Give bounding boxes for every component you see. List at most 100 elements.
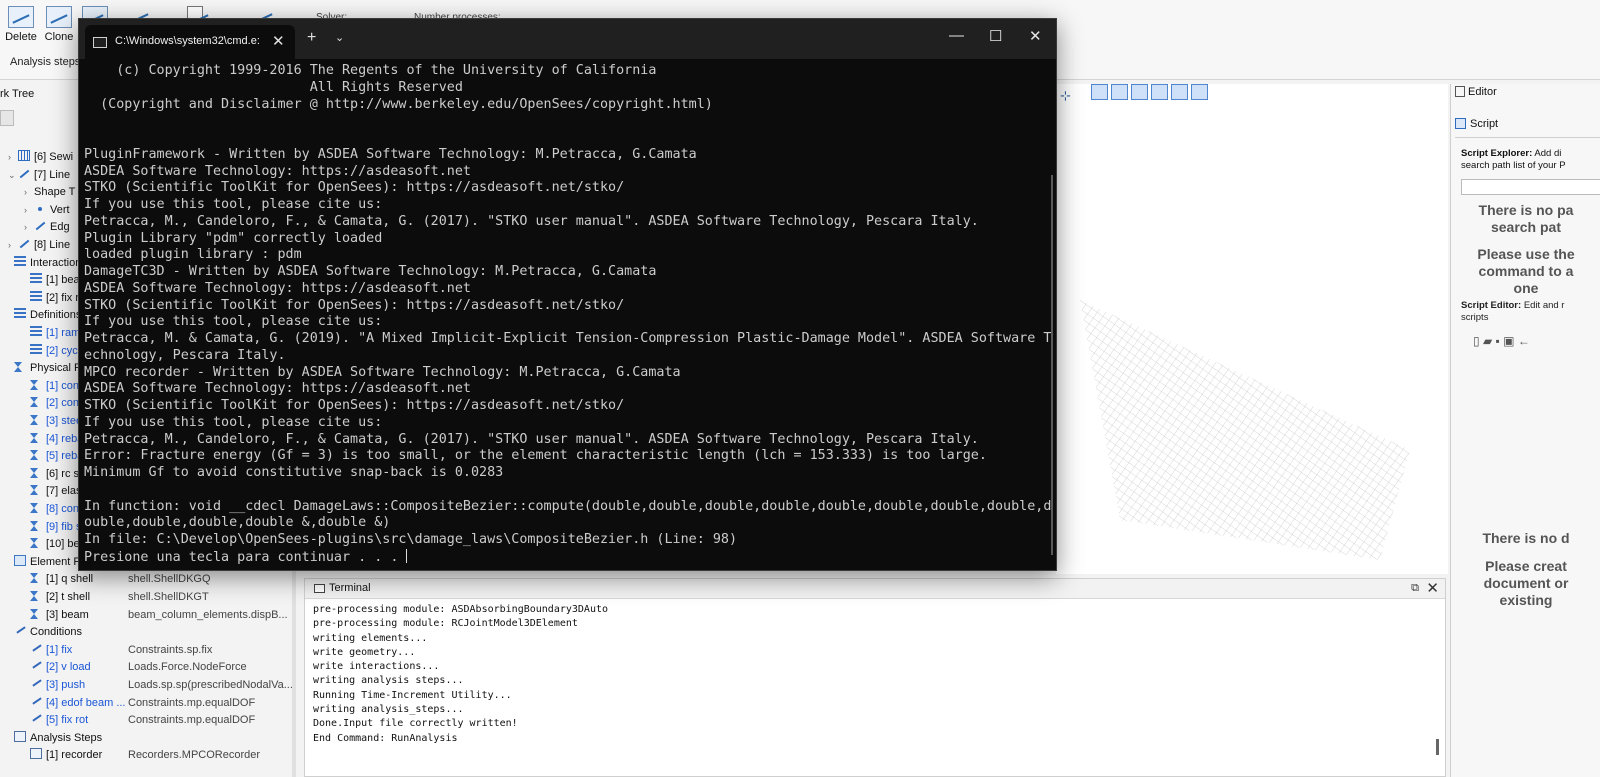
tree-item[interactable]: [4] edof beam ... Constraints.mp.equalDOF [20, 694, 255, 712]
hour-icon [14, 362, 22, 373]
tree-item[interactable]: [2] t shell shell.ShellDKGT [20, 588, 209, 606]
minimize-icon[interactable]: — [949, 27, 964, 44]
tree-item[interactable]: [2] cycl [20, 342, 80, 360]
close-icon[interactable]: ✕ [1426, 579, 1439, 597]
tree-item[interactable]: [5] fix rot Constraints.mp.equalDOF [20, 711, 255, 729]
tree-item-label: Conditions [30, 626, 82, 639]
tree-item[interactable]: Definitions [4, 306, 81, 324]
tree-item[interactable]: [4] reba [20, 430, 83, 448]
tree-item[interactable]: Conditions [4, 623, 82, 641]
chevron-down-icon[interactable]: ⌄ [8, 166, 18, 184]
tree-item[interactable]: › [8] Line [8, 236, 70, 254]
tree-item[interactable]: [1] recorder Recorders.MPCORecorder [20, 746, 260, 764]
tree-item[interactable]: › Shape T [24, 183, 75, 201]
tree-item[interactable]: [6] rc se [20, 465, 85, 483]
editor-tab[interactable]: Editor [1455, 86, 1497, 98]
dot-icon [38, 206, 42, 211]
cond-icon [30, 678, 42, 689]
terminal-output: pre-processing module: ASDAbsorbingBound… [313, 603, 608, 746]
cmd-window[interactable]: C:\Windows\system32\cmd.e: ✕ + ⌄ — ☐ ✕ (… [78, 18, 1057, 571]
list-icon [30, 290, 42, 302]
tree-item-type: Constraints.mp.equalDOF [128, 696, 256, 709]
script-tab[interactable]: Script [1455, 118, 1600, 138]
tree-item[interactable]: › Edg [24, 218, 70, 236]
view-toolbar: ⊹ [1060, 84, 1211, 104]
tree-item[interactable]: [3] beam beam_column_elements.dispB... [20, 606, 288, 624]
step-icon [30, 748, 42, 760]
tree-item[interactable]: › [6] Sewi [8, 148, 73, 166]
tree-item[interactable]: [9] fib s [20, 518, 81, 536]
maximize-icon[interactable]: ☐ [989, 27, 1002, 45]
hour-icon [30, 450, 38, 461]
list-icon [30, 326, 42, 337]
terminal-line: write interactions... [313, 661, 440, 673]
tree-item[interactable]: [1] bear [20, 271, 83, 289]
tree-item[interactable]: [2] v load Loads.Force.NodeForce [20, 658, 247, 676]
cmd-line [84, 482, 1051, 499]
tree-item[interactable]: [1] ram [20, 324, 80, 342]
view-mode-icon[interactable] [1151, 84, 1169, 100]
hour-icon [30, 538, 38, 549]
view-mode-icon[interactable] [1171, 84, 1189, 100]
tree-item-label: [2] fix r [46, 291, 80, 304]
tree-item[interactable]: [2] fix r [20, 289, 79, 307]
cmd-line: ASDEA Software Technology: https://asdea… [84, 163, 471, 179]
view-mode-icon[interactable] [1091, 84, 1109, 100]
tree-item[interactable]: [3] stee [20, 412, 82, 430]
tree-item[interactable]: ⌄ [7] Line [8, 166, 70, 184]
tree-item[interactable]: [3] push Loads.sp.sp(prescribedNodalVa... [20, 676, 293, 694]
chevron-right-icon[interactable]: › [24, 218, 34, 236]
new-file-icon[interactable]: ▯ [1473, 334, 1480, 348]
tree-item-label: [1] q shell [46, 573, 94, 586]
tree-item[interactable]: [1] q shell shell.ShellDKGQ [20, 570, 211, 588]
delete-button[interactable]: Delete [4, 6, 38, 43]
hour-icon [30, 591, 38, 601]
chevron-right-icon[interactable]: › [24, 183, 34, 201]
tree-item[interactable]: [2] conc [20, 394, 85, 412]
view-mode-icon[interactable] [1111, 84, 1129, 100]
hour-icon [30, 485, 38, 496]
chevron-right-icon[interactable]: › [8, 148, 18, 166]
chart-icon [46, 6, 72, 28]
tree-item-label: [2] t shell [46, 591, 91, 603]
tree-item[interactable]: [10] bea [20, 535, 86, 553]
cmd-scrollbar[interactable] [1051, 175, 1053, 555]
axis-icon[interactable]: ⊹ [1060, 88, 1074, 103]
close-tab-icon[interactable]: ✕ [272, 32, 285, 50]
chevron-right-icon[interactable]: › [24, 201, 34, 219]
script-search-input[interactable] [1461, 179, 1600, 195]
clone-button[interactable]: Clone [42, 6, 76, 43]
script-icon [1455, 118, 1466, 129]
view-mode-icon[interactable] [1131, 84, 1149, 100]
terminal-scrollbar[interactable] [1436, 739, 1439, 755]
tree-item[interactable]: › Vert [24, 201, 70, 219]
tree-filter-button[interactable] [0, 110, 14, 126]
cond-icon [14, 625, 26, 636]
restore-icon[interactable]: ⧉ [1411, 582, 1419, 595]
tree-item-type: Loads.sp.sp(prescribedNodalVa... [128, 679, 293, 691]
tree-item[interactable]: Interactions [4, 254, 87, 272]
save-icon[interactable]: ▪ [1496, 334, 1500, 348]
cmd-line: ASDEA Software Technology: https://asdea… [84, 381, 471, 397]
view-mode-icon[interactable] [1191, 84, 1209, 100]
close-window-icon[interactable]: ✕ [1029, 27, 1042, 45]
tree-item[interactable]: [5] reba [20, 447, 83, 465]
cmd-titlebar[interactable]: C:\Windows\system32\cmd.e: ✕ + ⌄ — ☐ ✕ [79, 19, 1056, 59]
tree-item[interactable]: [8] conc [20, 500, 85, 518]
tree-item-type: beam_column_elements.dispB... [128, 608, 288, 621]
tree-item[interactable]: [7] elast [20, 482, 85, 500]
tree-item[interactable]: [1] fix Constraints.sp.fix [20, 641, 212, 659]
cmd-line: echnology, Pescara Italy. [84, 347, 286, 363]
tree-item[interactable]: Physical Pr [4, 359, 85, 377]
back-arrow-icon[interactable]: ← [1518, 334, 1530, 348]
tree-item[interactable]: [1] conc [20, 377, 85, 395]
cmd-tab[interactable]: C:\Windows\system32\cmd.e: ✕ [85, 25, 295, 59]
tree-item-label: [1] fix [46, 643, 73, 656]
new-tab-icon[interactable]: + [307, 29, 316, 47]
chevron-right-icon[interactable]: › [8, 236, 18, 254]
save-all-icon[interactable]: ▣ [1503, 334, 1514, 348]
terminal-line: pre-processing module: ASDAbsorbingBound… [313, 604, 609, 615]
chevron-down-icon[interactable]: ⌄ [335, 31, 344, 44]
open-folder-icon[interactable]: ▰ [1483, 334, 1492, 348]
tree-item[interactable]: Analysis Steps [4, 729, 102, 747]
